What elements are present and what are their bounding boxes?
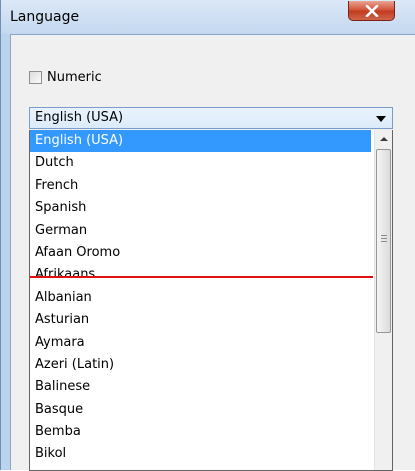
chevron-down-icon[interactable]: [376, 116, 386, 122]
close-button[interactable]: [348, 1, 395, 21]
separator-line: [30, 276, 373, 278]
language-option[interactable]: Aymara: [30, 332, 371, 354]
scroll-up-button[interactable]: [375, 130, 392, 147]
language-list: English (USA) Dutch French Spanish German Afa…: [30, 130, 371, 466]
language-option[interactable]: Bemba: [30, 421, 371, 443]
language-option[interactable]: German: [30, 220, 371, 242]
language-option[interactable]: Basque: [30, 399, 371, 421]
language-option[interactable]: Albanian: [30, 287, 371, 309]
language-option[interactable]: Bikol: [30, 443, 371, 465]
language-option[interactable]: Azeri (Latin): [30, 354, 371, 376]
language-combobox[interactable]: English (USA): [29, 107, 393, 129]
language-dialog: Language Numeric English (USA) English (…: [0, 0, 415, 471]
dialog-body: Numeric English (USA) English (USA) Dutch…: [10, 34, 415, 471]
language-dropdown-list[interactable]: English (USA) Dutch French Spanish German Afa…: [29, 130, 393, 471]
numeric-label[interactable]: Numeric: [47, 70, 102, 85]
chevron-up-icon: [379, 136, 388, 141]
scroll-thumb[interactable]: [376, 149, 391, 333]
window-title: Language: [10, 9, 80, 25]
combobox-selected-value: English (USA): [35, 110, 124, 125]
language-option[interactable]: Balinese: [30, 376, 371, 398]
language-option[interactable]: Dutch: [30, 152, 371, 174]
language-option[interactable]: Afaan Oromo: [30, 242, 371, 264]
grip-icon: [381, 235, 387, 243]
numeric-checkbox[interactable]: [29, 70, 42, 84]
language-option[interactable]: Asturian: [30, 309, 371, 331]
vertical-scrollbar[interactable]: [374, 130, 392, 470]
language-option[interactable]: French: [30, 175, 371, 197]
title-bar[interactable]: Language: [1, 0, 415, 34]
language-option[interactable]: English (USA): [30, 130, 371, 153]
language-option[interactable]: Spanish: [30, 197, 371, 219]
close-x-icon: [365, 4, 378, 17]
numeric-option[interactable]: Numeric: [29, 67, 102, 87]
